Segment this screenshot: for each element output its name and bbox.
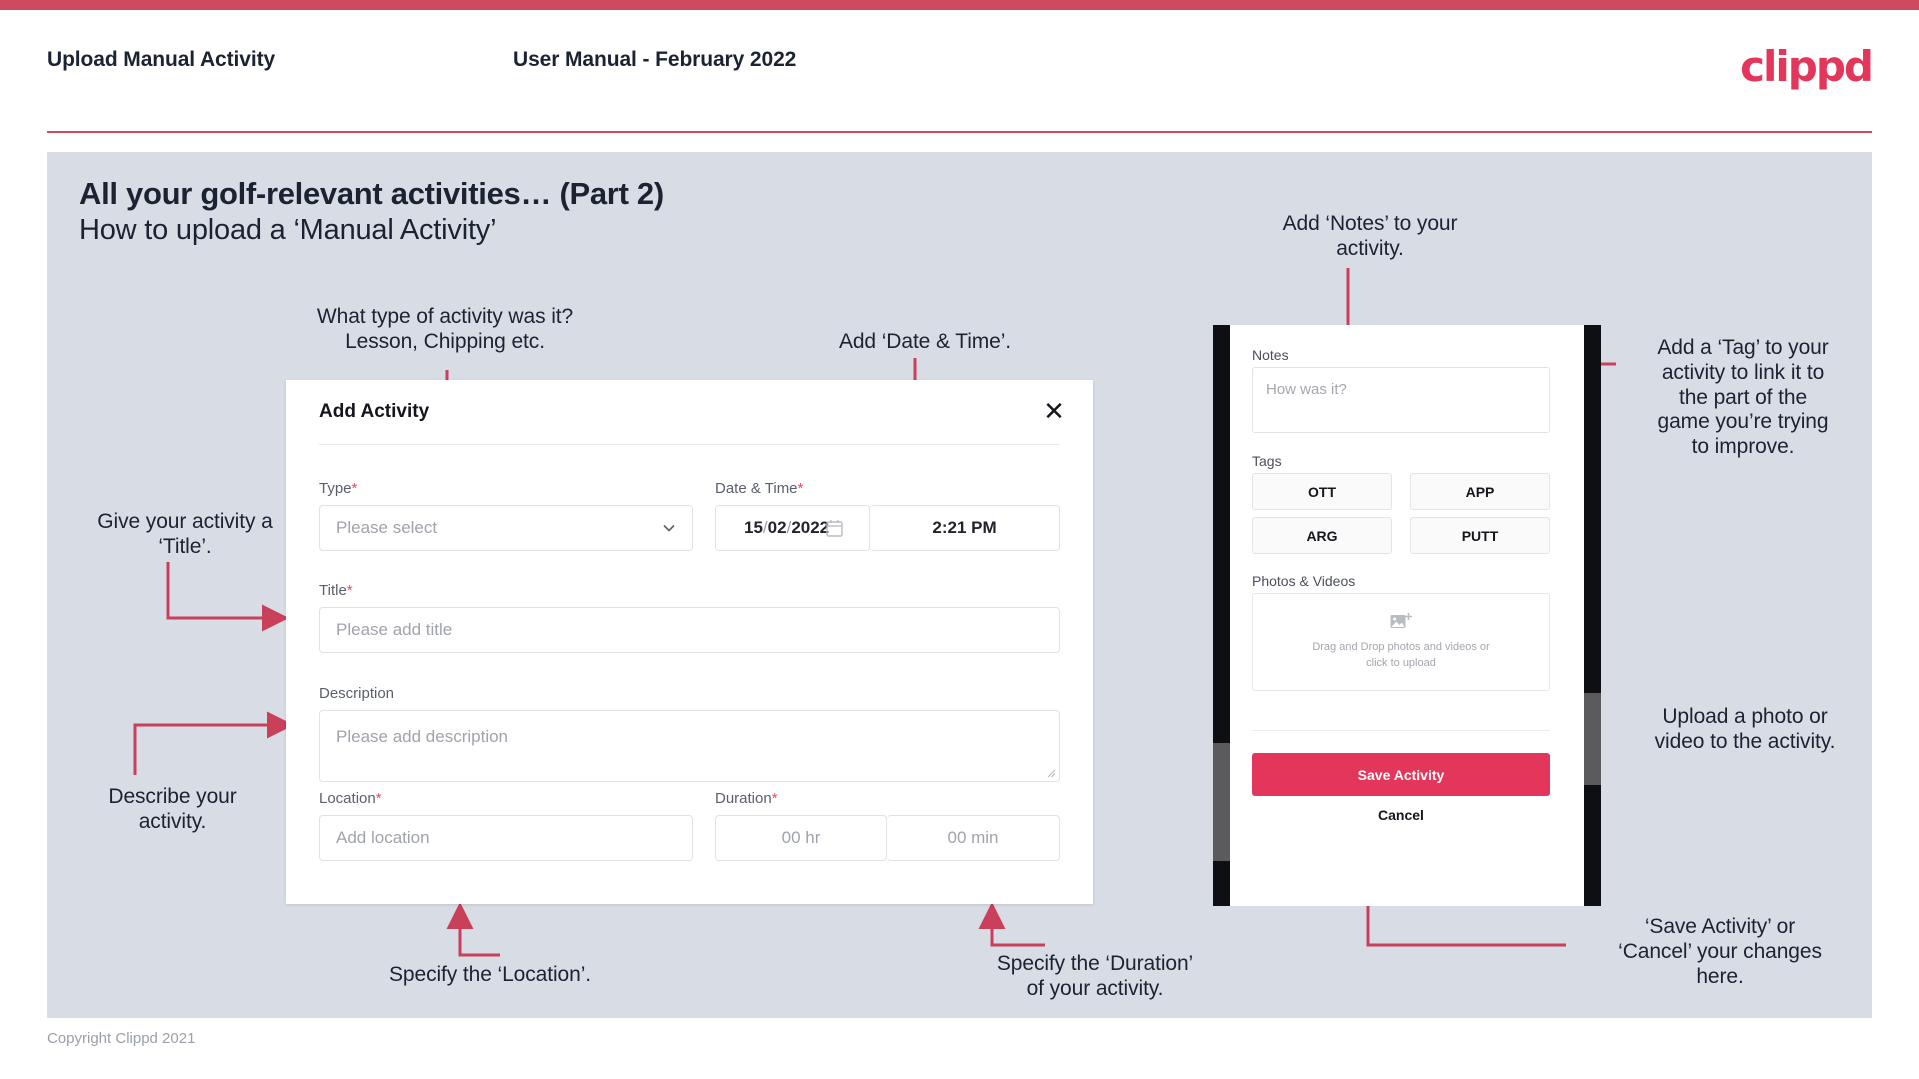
duration-label-text: Duration [715, 790, 772, 807]
photo-dropzone[interactable]: Drag and Drop photos and videos or click… [1252, 593, 1550, 691]
type-select[interactable]: Please select [319, 505, 693, 551]
calendar-icon[interactable] [826, 519, 843, 537]
title-input[interactable]: Please add title [319, 607, 1060, 653]
close-icon[interactable]: ✕ [1039, 396, 1069, 426]
tag-app-button[interactable]: APP [1410, 473, 1550, 510]
title-placeholder: Please add title [336, 620, 453, 639]
chevron-down-icon [663, 524, 675, 532]
tag-arg-button[interactable]: ARG [1252, 517, 1392, 554]
date-input[interactable]: 15/02/2022 [715, 505, 870, 551]
annotation-tags: Add a ‘Tag’ to your activity to link it … [1657, 336, 1829, 459]
tag-ott-button[interactable]: OTT [1252, 473, 1392, 510]
date-value: 15/02/2022 [744, 518, 829, 538]
duration-minutes-value: 00 min [947, 828, 999, 847]
location-placeholder: Add location [336, 828, 430, 847]
type-placeholder: Please select [336, 518, 438, 537]
date-month: 02 [767, 518, 787, 537]
top-accent-bar [0, 0, 1919, 10]
duration-minutes-input[interactable]: 00 min [887, 815, 1060, 861]
dropzone-line-1: Drag and Drop photos and videos or [1312, 641, 1490, 654]
annotation-duration: Specify the ‘Duration’ of your activity. [996, 952, 1194, 1000]
dialog-header: Add Activity ✕ [286, 380, 1093, 444]
type-label: Type* [319, 480, 357, 497]
save-activity-button[interactable]: Save Activity [1252, 753, 1550, 796]
annotation-save-cancel: ‘Save Activity’ or ‘Cancel’ your changes… [1618, 915, 1822, 988]
title-label-text: Title [319, 582, 347, 599]
notes-placeholder: How was it? [1266, 381, 1347, 398]
duration-label: Duration* [715, 790, 778, 807]
description-label-text: Description [319, 685, 395, 702]
dialog-divider [319, 444, 1060, 445]
description-placeholder: Please add description [336, 727, 509, 746]
location-label: Location* [319, 790, 382, 807]
slide-subtitle: How to upload a ‘Manual Activity’ [79, 214, 497, 246]
dropzone-line-2: click to upload [1366, 657, 1436, 669]
annotation-notes: Add ‘Notes’ to your activity. [1282, 212, 1458, 260]
description-label: Description [319, 685, 394, 702]
datetime-label: Date & Time* [715, 480, 803, 497]
phone-frame-right [1584, 325, 1601, 906]
type-required-asterisk: * [351, 480, 358, 497]
add-image-icon [1390, 613, 1412, 629]
location-input[interactable]: Add location [319, 815, 693, 861]
clippd-logo: clippd [1740, 42, 1874, 91]
datetime-label-text: Date & Time [715, 480, 798, 497]
photos-label: Photos & Videos [1252, 573, 1356, 589]
notes-textarea[interactable]: How was it? [1252, 367, 1550, 433]
page-subtitle: User Manual - February 2022 [513, 48, 797, 71]
duration-hours-input[interactable]: 00 hr [715, 815, 887, 861]
annotation-location: Specify the ‘Location’. [389, 963, 591, 986]
type-label-text: Type [319, 480, 352, 497]
description-textarea[interactable]: Please add description [319, 710, 1060, 782]
notes-label: Notes [1252, 347, 1289, 363]
date-day: 15 [744, 518, 763, 537]
header-divider [47, 131, 1872, 133]
dialog-title: Add Activity [319, 401, 430, 422]
date-year: 2022 [791, 518, 830, 537]
time-value: 2:21 PM [932, 518, 997, 537]
title-label: Title* [319, 582, 353, 599]
time-input[interactable]: 2:21 PM [870, 505, 1060, 551]
annotation-datetime: Add ‘Date & Time’. [838, 330, 1012, 353]
duration-required-asterisk: * [771, 790, 778, 807]
phone-volume-button [1213, 743, 1230, 861]
slide-title: All your golf-relevant activities… (Part… [79, 176, 664, 211]
phone-power-button [1584, 693, 1601, 785]
resize-handle-icon[interactable] [1046, 768, 1056, 778]
footer-copyright: Copyright Clippd 2021 [47, 1030, 196, 1047]
title-required-asterisk: * [346, 582, 353, 599]
cancel-button[interactable]: Cancel [1252, 807, 1550, 823]
tags-label: Tags [1252, 453, 1282, 469]
dropzone-text: Drag and Drop photos and videos or click… [1312, 640, 1489, 672]
page-title: Upload Manual Activity [47, 48, 276, 71]
datetime-required-asterisk: * [797, 480, 804, 497]
location-label-text: Location [319, 790, 376, 807]
page-header: Upload Manual Activity User Manual - Feb… [0, 10, 1919, 133]
tag-putt-button[interactable]: PUTT [1410, 517, 1550, 554]
location-required-asterisk: * [375, 790, 382, 807]
annotation-title: Give your activity a ‘Title’. [97, 510, 273, 558]
phone-mockup: Notes How was it? Tags OTT APP ARG PUTT … [1213, 325, 1601, 906]
phone-screen: Notes How was it? Tags OTT APP ARG PUTT … [1230, 325, 1584, 906]
annotation-description: Describe your activity. [108, 785, 237, 833]
duration-hours-value: 00 hr [781, 828, 821, 847]
annotation-photos: Upload a photo or video to the activity. [1654, 705, 1836, 753]
phone-divider [1252, 730, 1550, 731]
add-activity-dialog: Add Activity ✕ Type* Please select Date … [286, 380, 1093, 904]
annotation-type: What type of activity was it? Lesson, Ch… [316, 305, 574, 353]
